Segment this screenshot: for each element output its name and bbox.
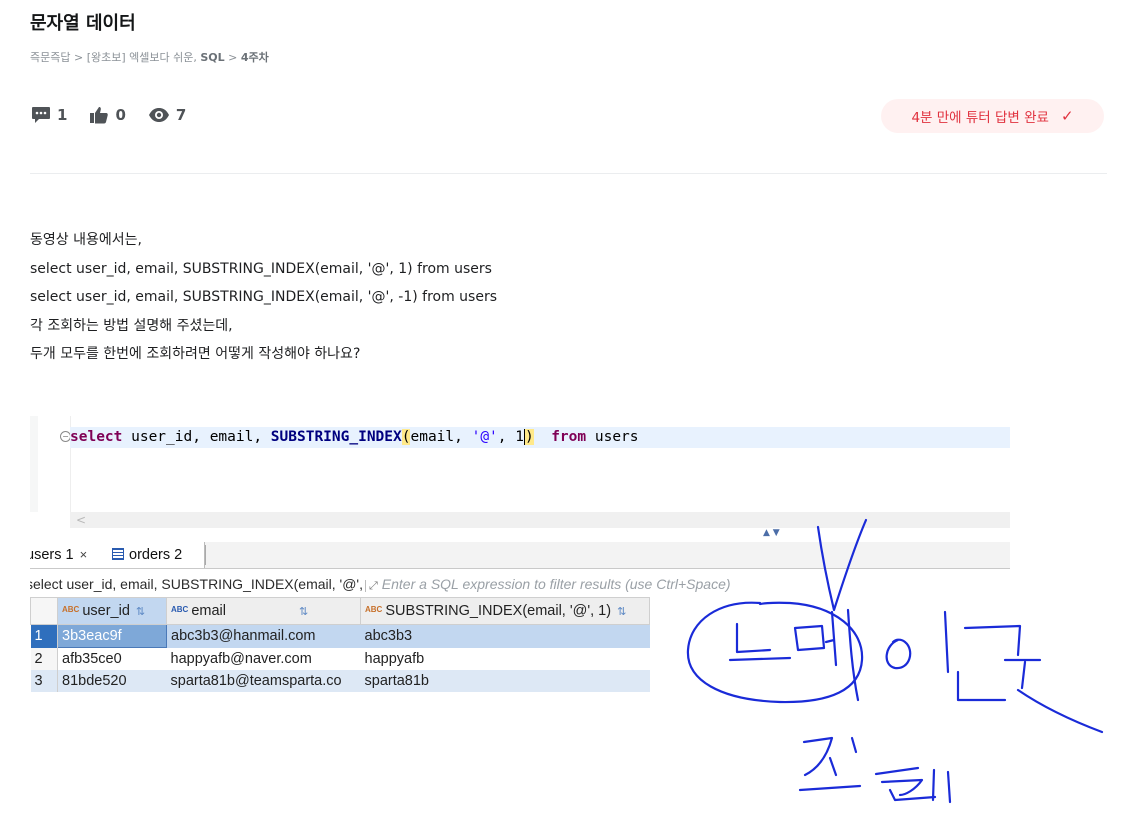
breadcrumb-category[interactable]: 즉문즉답: [30, 51, 70, 64]
column-header-user-id[interactable]: ABC user_id ⇅: [57, 597, 167, 625]
code-text: email,: [410, 429, 472, 445]
close-tab-icon: ×: [79, 547, 88, 562]
breadcrumb: 즉문즉답 > [왕초보] 엑셀보다 쉬운, SQL > 4주차: [30, 49, 269, 65]
code-text: , 1: [497, 429, 524, 445]
comment-count[interactable]: 1: [31, 106, 67, 124]
filter-input[interactable]: Enter a SQL expression to filter results…: [382, 576, 731, 592]
cell-substring[interactable]: sparta81b: [360, 670, 650, 692]
sql-editor: − select user_id, email, SUBSTRING_INDEX…: [30, 416, 1010, 526]
cell-email[interactable]: abc3b3@hanmail.com: [166, 624, 361, 648]
code-text: user_id, email,: [122, 429, 271, 445]
collapse-arrows-icon: ▲ ▼: [763, 528, 780, 538]
tab-orders-label: orders 2: [129, 547, 183, 563]
breadcrumb-week[interactable]: 4주차: [241, 51, 269, 64]
table-row[interactable]: 2 afb35ce0 happyafb@naver.com happyafb: [30, 647, 650, 671]
text-type-icon: ABC: [365, 605, 383, 614]
tab-separator: [205, 545, 206, 565]
column-header-label: user_id: [82, 603, 130, 619]
code-paren: ): [524, 429, 534, 445]
comment-icon: [32, 107, 50, 123]
table-row[interactable]: 3 81bde520 sparta81b@teamsparta.co spart…: [30, 670, 650, 692]
breadcrumb-separator: >: [73, 51, 84, 64]
breadcrumb-course[interactable]: [왕초보] 엑셀보다 쉬운, SQL: [87, 51, 225, 64]
cell-substring[interactable]: abc3b3: [360, 624, 650, 648]
column-header-email[interactable]: ABC email ⇅: [166, 597, 361, 625]
code-keyword: select: [70, 429, 123, 445]
sort-filter-icon[interactable]: ⇅: [136, 606, 145, 618]
ink-letter: [874, 766, 952, 804]
column-header-substring[interactable]: ABC SUBSTRING_INDEX(email, '@', 1) ⇅: [360, 597, 650, 625]
row-number: 2: [30, 647, 58, 670]
tab-users-label: users 1: [30, 547, 74, 563]
row-number-header: [30, 597, 58, 625]
code-text: users: [586, 429, 639, 445]
filter-query: select user_id, email, SUBSTRING_INDEX(e…: [30, 576, 363, 592]
ink-letter: [850, 736, 858, 754]
divider: [30, 173, 1107, 174]
breadcrumb-separator: >: [228, 51, 238, 64]
column-header-label: email: [191, 603, 226, 619]
body-line: 동영상 내용에서는,: [30, 232, 142, 248]
column-header-label: SUBSTRING_INDEX(email, '@', 1): [385, 603, 612, 619]
text-type-icon: ABC: [171, 605, 189, 614]
tab-orders[interactable]: orders 2: [112, 542, 182, 568]
expand-icon: ⤢: [364, 580, 378, 592]
cell-user-id[interactable]: afb35ce0: [58, 648, 167, 671]
like-count[interactable]: 0: [89, 106, 126, 124]
body-line: select user_id, email, SUBSTRING_INDEX(e…: [30, 260, 492, 277]
body-line: 각 조회하는 방법 설명해 주셨는데,: [30, 317, 233, 334]
code-line: select user_id, email, SUBSTRING_INDEX(e…: [70, 427, 1010, 448]
scroll-left-icon: <: [76, 513, 87, 527]
cell-email[interactable]: happyafb@naver.com: [167, 648, 361, 671]
result-grid: ABC user_id ⇅ ABC email ⇅ ABC SUBSTRING_INDEX…: [30, 597, 650, 692]
code-string: '@': [471, 429, 498, 445]
check-icon: ✓: [1060, 107, 1074, 125]
like-count-value: 0: [115, 106, 126, 124]
code-keyword: from: [551, 429, 587, 445]
table-row[interactable]: 1 3b3eac9f abc3b3@hanmail.com abc3b3: [30, 624, 650, 648]
result-tabs: users 1 × orders 2: [30, 542, 1010, 569]
ink-letter: [798, 736, 862, 792]
filter-bar: select user_id, email, SUBSTRING_INDEX(e…: [30, 573, 1010, 595]
tutor-answered-badge: 4분 만에 튜터 답변 완료 ✓: [881, 99, 1104, 133]
view-count-value: 7: [175, 106, 187, 124]
cell-user-id[interactable]: 81bde520: [57, 670, 167, 692]
text-type-icon: ABC: [62, 605, 80, 614]
post-title: 문자열 데이터: [30, 13, 136, 34]
cell-email[interactable]: sparta81b@teamsparta.co: [166, 670, 361, 692]
eye-icon: [148, 108, 169, 122]
cell-user-id[interactable]: 3b3eac9f: [57, 624, 167, 648]
comment-count-value: 1: [57, 106, 68, 124]
view-count: 7: [148, 106, 186, 124]
editor-hscrollbar: <: [70, 512, 1010, 528]
body-line: select user_id, email, SUBSTRING_INDEX(e…: [30, 289, 497, 305]
post-body: 동영상 내용에서는, select user_id, email, SUBSTR…: [30, 226, 497, 369]
body-line: 두개 모두를 한번에 조회하려면 어떻게 작성해야 하나요?: [30, 346, 361, 362]
row-number: 3: [30, 670, 58, 692]
row-number: 1: [30, 624, 58, 648]
cell-substring[interactable]: happyafb: [361, 648, 650, 671]
badge-label: 4분 만에 튜터 답변 완료: [911, 110, 1049, 126]
breadcrumb-course-sql: SQL: [200, 51, 225, 64]
code-function: SUBSTRING_INDEX: [270, 429, 402, 445]
table-icon: [112, 548, 124, 560]
sort-filter-icon[interactable]: ⇅: [617, 606, 626, 618]
post-stats: 1 0 7: [31, 106, 208, 124]
thumbs-up-icon: [90, 107, 109, 124]
attached-screenshot: − select user_id, email, SUBSTRING_INDEX…: [30, 416, 1010, 712]
sort-filter-icon[interactable]: ⇅: [299, 606, 308, 618]
breadcrumb-course-name: [왕초보] 엑셀보다 쉬운,: [86, 51, 197, 64]
grid-header-row: ABC user_id ⇅ ABC email ⇅ ABC SUBSTRING_INDEX…: [30, 597, 650, 625]
